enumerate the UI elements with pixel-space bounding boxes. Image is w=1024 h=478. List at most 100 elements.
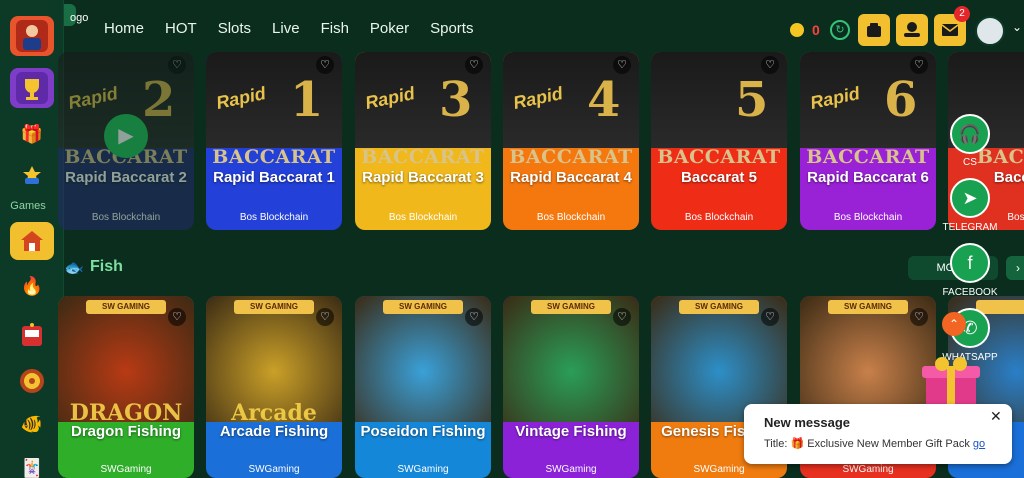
- chevron-down-icon[interactable]: ⌄: [1012, 20, 1022, 34]
- nav-fish[interactable]: Fish: [321, 20, 349, 37]
- card-provider: SWGaming: [545, 464, 597, 475]
- heart-icon[interactable]: ♡: [465, 56, 483, 74]
- play-icon[interactable]: ▶: [104, 114, 148, 158]
- card-title: Poseidon Fishing: [360, 423, 486, 440]
- gift-icon[interactable]: 🎁: [0, 124, 64, 145]
- avatar[interactable]: [975, 16, 1005, 46]
- nav-poker[interactable]: Poker: [370, 20, 409, 37]
- card-provider: SWGaming: [693, 464, 745, 475]
- baccarat-number: 5: [735, 72, 769, 128]
- card-title: Rapid Baccarat 6: [807, 169, 929, 186]
- message-title: New message: [764, 415, 850, 430]
- baccarat-card[interactable]: Rapid 2 BACCARAT Rapid Baccarat 2 Bos Bl…: [58, 52, 194, 230]
- card-provider: Bos Blockchain: [239, 212, 309, 223]
- roulette-icon[interactable]: [0, 368, 64, 399]
- cards-icon[interactable]: 🃏: [0, 458, 64, 478]
- heart-icon[interactable]: ♡: [316, 308, 334, 326]
- sw-gaming-brand: SW GAMING: [531, 300, 611, 314]
- baccarat-card[interactable]: Rapid 1 BACCARAT Rapid Baccarat 1 Bos Bl…: [206, 52, 342, 230]
- fish-card[interactable]: SW GAMING Vintage Fishing SWGaming ♡: [503, 296, 639, 478]
- heart-icon[interactable]: ♡: [613, 308, 631, 326]
- baccarat-card[interactable]: Rapid 3 BACCARAT Rapid Baccarat 3 Bos Bl…: [355, 52, 491, 230]
- heart-icon[interactable]: ♡: [910, 308, 928, 326]
- logo[interactable]: ogo: [70, 12, 88, 24]
- baccarat-number: 2: [142, 72, 176, 128]
- fish-card[interactable]: SW GAMING DRAGON Dragon Fishing SWGaming…: [58, 296, 194, 478]
- fish-icon[interactable]: 🐠: [0, 414, 64, 435]
- heart-icon[interactable]: ♡: [910, 56, 928, 74]
- heart-icon[interactable]: ♡: [168, 56, 186, 74]
- baccarat-card[interactable]: Rapid 6 BACCARAT Rapid Baccarat 6 Bos Bl…: [800, 52, 936, 230]
- card-title: Rapid Baccarat 4: [510, 169, 632, 186]
- facebook-icon[interactable]: f: [950, 243, 990, 283]
- slot-machine-icon[interactable]: [0, 322, 64, 353]
- card-title: Rapid Baccarat 1: [213, 169, 335, 186]
- home-icon: [21, 231, 43, 251]
- fish-section-title: Fish: [90, 258, 123, 275]
- nav-hot[interactable]: HOT: [165, 20, 197, 37]
- social-label-facebook: FACEBOOK: [942, 287, 998, 298]
- heart-icon[interactable]: ♡: [168, 308, 186, 326]
- nav-home[interactable]: Home: [104, 20, 144, 37]
- heart-icon[interactable]: ♡: [613, 56, 631, 74]
- fish-card[interactable]: SW GAMING Poseidon Fishing SWGaming ♡: [355, 296, 491, 478]
- fire-icon[interactable]: 🔥: [0, 276, 64, 297]
- baccarat-word: BACCARAT: [212, 146, 336, 168]
- card-provider: SWGaming: [397, 464, 449, 475]
- nav-slots[interactable]: Slots: [218, 20, 251, 37]
- headset-icon[interactable]: 🎧: [950, 114, 990, 154]
- nav-sports[interactable]: Sports: [430, 20, 473, 37]
- balance-value: 0: [812, 22, 820, 38]
- card-title: Dragon Fishing: [71, 423, 181, 440]
- baccarat-word: BACCARAT: [361, 146, 485, 168]
- social-label-cs: CS: [963, 157, 977, 168]
- card-provider: Bos Blockchain: [91, 212, 161, 223]
- sidebar-home-tile[interactable]: [10, 222, 54, 260]
- card-provider: Bos Blockchain: [833, 212, 903, 223]
- sw-gaming-brand: SW GAMING: [86, 300, 166, 314]
- card-provider: Bos Blockchain: [388, 212, 458, 223]
- baccarat-number: 4: [587, 72, 621, 128]
- refresh-icon[interactable]: ↻: [830, 20, 850, 40]
- deposit-button[interactable]: [896, 14, 928, 46]
- baccarat-number: 1: [290, 72, 324, 128]
- top-bar: ogo Home HOT Slots Live Fish Poker Sport…: [64, 0, 1024, 60]
- sw-gaming-brand: SW GAMING: [383, 300, 463, 314]
- sw-gaming-brand: SW GAMING: [234, 300, 314, 314]
- vip-icon[interactable]: [0, 164, 64, 191]
- sw-gaming-brand: SW GAMING: [828, 300, 908, 314]
- next-arrow-icon[interactable]: ›: [1006, 256, 1024, 280]
- sw-gaming-brand: [976, 300, 1024, 314]
- promo-figure-icon: [16, 20, 48, 52]
- heart-icon[interactable]: ♡: [316, 56, 334, 74]
- card-provider: SWGaming: [100, 464, 152, 475]
- telegram-icon[interactable]: ➤: [950, 178, 990, 218]
- message-body: Title: 🎁 Exclusive New Member Gift Pack …: [764, 437, 985, 450]
- wallet-icon: [867, 23, 881, 37]
- new-message-popup: New message Title: 🎁 Exclusive New Membe…: [744, 404, 1012, 464]
- social-label-telegram: TELEGRAM: [942, 222, 998, 233]
- app-root: 🎁 Games 🔥 🐠 🃏 ogo Home HOT Slots Live Fi…: [0, 0, 1024, 478]
- baccarat-card[interactable]: 5 BACCARAT Baccarat 5 Bos Blockchain ♡: [651, 52, 787, 230]
- card-title: Baccarat 5: [681, 169, 757, 186]
- card-title: Vintage Fishing: [515, 423, 627, 440]
- heart-icon[interactable]: ♡: [465, 308, 483, 326]
- message-go-link[interactable]: go: [973, 438, 985, 450]
- trophy-icon: [16, 72, 48, 104]
- mail-icon: [941, 24, 959, 36]
- close-icon[interactable]: ✕: [990, 408, 1002, 425]
- money-hand-icon: [904, 22, 920, 37]
- coin-icon: [790, 23, 804, 37]
- heart-icon[interactable]: ♡: [761, 56, 779, 74]
- sidebar-trophy-tile[interactable]: [10, 68, 54, 108]
- nav-live[interactable]: Live: [272, 20, 300, 37]
- wallet-button[interactable]: [858, 14, 890, 46]
- baccarat-card[interactable]: Rapid 4 BACCARAT Rapid Baccarat 4 Bos Bl…: [503, 52, 639, 230]
- card-title: Arcade Fishing: [219, 423, 329, 440]
- scroll-top-icon[interactable]: ⌃: [942, 312, 966, 336]
- sidebar-avatar-tile[interactable]: [10, 16, 54, 56]
- heart-icon[interactable]: ♡: [761, 308, 779, 326]
- baccarat-number: 6: [884, 72, 918, 128]
- sidebar-games-label: Games: [10, 200, 46, 212]
- fish-card[interactable]: SW GAMING Arcade Arcade Fishing SWGaming…: [206, 296, 342, 478]
